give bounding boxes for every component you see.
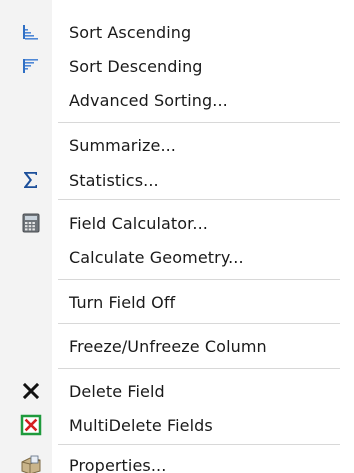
menu-separator bbox=[58, 444, 340, 445]
sigma-icon bbox=[20, 169, 42, 191]
menu-item-freeze-unfreeze-column[interactable]: Freeze/Unfreeze Column bbox=[0, 329, 354, 363]
menu-item-delete-field[interactable]: Delete Field bbox=[0, 374, 354, 408]
menu-separator bbox=[58, 368, 340, 369]
menu-item-statistics[interactable]: Statistics... bbox=[0, 163, 354, 197]
menu-item-label: Properties... bbox=[69, 455, 167, 473]
context-menu: Sort Ascending Sort Descending Advanced … bbox=[0, 0, 354, 473]
multidelete-icon bbox=[20, 414, 42, 436]
menu-separator bbox=[58, 323, 340, 324]
menu-item-sort-ascending[interactable]: Sort Ascending bbox=[0, 15, 354, 49]
menu-item-label: Summarize... bbox=[69, 135, 176, 155]
menu-separator bbox=[58, 279, 340, 280]
menu-item-label: Delete Field bbox=[69, 381, 165, 401]
menu-item-turn-field-off[interactable]: Turn Field Off bbox=[0, 285, 354, 319]
menu-item-label: Field Calculator... bbox=[69, 213, 208, 233]
menu-item-label: MultiDelete Fields bbox=[69, 415, 213, 435]
menu-item-label: Calculate Geometry... bbox=[69, 247, 244, 267]
menu-item-summarize[interactable]: Summarize... bbox=[0, 128, 354, 162]
menu-item-label: Sort Ascending bbox=[69, 22, 192, 42]
menu-item-label: Advanced Sorting... bbox=[69, 90, 228, 110]
sort-descending-icon bbox=[20, 55, 42, 77]
properties-icon bbox=[20, 454, 42, 473]
calculator-icon bbox=[20, 212, 42, 234]
menu-item-field-calculator[interactable]: Field Calculator... bbox=[0, 206, 354, 240]
menu-item-label: Sort Descending bbox=[69, 56, 203, 76]
menu-separator bbox=[58, 199, 340, 200]
menu-item-label: Turn Field Off bbox=[69, 292, 176, 312]
menu-item-label: Freeze/Unfreeze Column bbox=[69, 336, 267, 356]
menu-item-properties[interactable]: Properties... bbox=[0, 448, 354, 473]
menu-item-calculate-geometry[interactable]: Calculate Geometry... bbox=[0, 240, 354, 274]
menu-item-sort-descending[interactable]: Sort Descending bbox=[0, 49, 354, 83]
sort-ascending-icon bbox=[20, 21, 42, 43]
menu-item-multidelete-fields[interactable]: MultiDelete Fields bbox=[0, 408, 354, 442]
menu-separator bbox=[58, 122, 340, 123]
delete-x-icon bbox=[20, 380, 42, 402]
menu-item-advanced-sorting[interactable]: Advanced Sorting... bbox=[0, 83, 354, 117]
menu-item-label: Statistics... bbox=[69, 170, 159, 190]
